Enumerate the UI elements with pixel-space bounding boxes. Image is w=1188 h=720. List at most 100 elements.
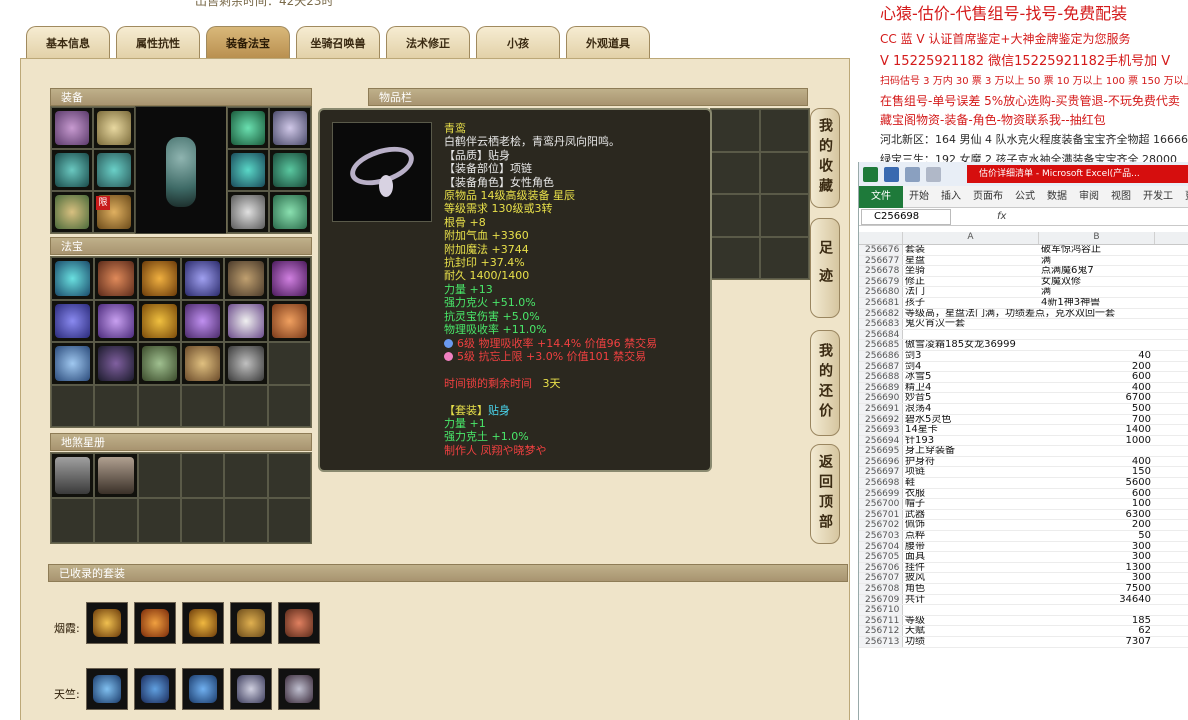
equip-slot[interactable]: [51, 149, 93, 191]
disha-card[interactable]: [94, 453, 138, 498]
cell-a[interactable]: 面具: [903, 552, 1039, 562]
ribbon-tab-file[interactable]: 文件: [859, 185, 903, 208]
cell-a[interactable]: 鬼火宵汉一套: [903, 319, 1039, 329]
cell-c[interactable]: [1155, 467, 1188, 477]
ribbon-tab-developer[interactable]: 开发工: [1137, 186, 1179, 208]
cell-b[interactable]: 40: [1039, 351, 1155, 361]
cell-a[interactable]: 项链: [903, 467, 1039, 477]
cell-b[interactable]: 300: [1039, 542, 1155, 552]
cell-a[interactable]: 点粹: [903, 531, 1039, 541]
disha-card[interactable]: [51, 453, 95, 498]
equip-slot[interactable]: [227, 191, 269, 233]
row-number[interactable]: 256711: [859, 615, 903, 625]
cell-c[interactable]: [1155, 520, 1188, 530]
save-icon[interactable]: [884, 166, 899, 182]
cell-c[interactable]: [1155, 415, 1188, 425]
row-number[interactable]: 256685: [859, 340, 903, 350]
disha-slot-empty[interactable]: [224, 498, 268, 543]
cell-a[interactable]: 等级: [903, 616, 1039, 626]
row-number[interactable]: 256701: [859, 509, 903, 519]
fabao-slot[interactable]: [51, 257, 95, 300]
cell-c[interactable]: [1155, 351, 1188, 361]
cell-b[interactable]: 破军惊鸿容止: [1039, 245, 1155, 255]
cell-a[interactable]: 14星卡: [903, 425, 1039, 435]
my-favorites-button[interactable]: 我的收藏: [810, 108, 840, 208]
cell-c[interactable]: [1155, 446, 1188, 456]
cell-c[interactable]: [1155, 287, 1188, 297]
disha-slot-empty[interactable]: [180, 498, 225, 543]
ribbon-tab-more[interactable]: 更多: [1179, 186, 1188, 208]
equip-slot[interactable]: [93, 149, 135, 191]
tab-equipment-fabao[interactable]: 装备法宝: [206, 26, 290, 58]
cell-a[interactable]: 身上穿装备: [903, 446, 1039, 456]
cell-c[interactable]: [1155, 616, 1188, 626]
suit-item[interactable]: [230, 602, 272, 644]
cell-b[interactable]: 女魔双修: [1039, 277, 1155, 287]
fabao-slot[interactable]: [94, 299, 138, 342]
cell-a[interactable]: 衣服: [903, 489, 1039, 499]
item-slot-empty[interactable]: [711, 194, 760, 237]
ribbon-tab-home[interactable]: 开始: [903, 186, 935, 208]
suit-item[interactable]: [230, 668, 272, 710]
cell-c[interactable]: [1155, 499, 1188, 509]
cell-b[interactable]: 1400: [1039, 425, 1155, 435]
cell-a[interactable]: 腰带: [903, 542, 1039, 552]
cell-b[interactable]: 150: [1039, 467, 1155, 477]
row-number[interactable]: 256713: [859, 636, 903, 647]
equip-slot[interactable]: [269, 149, 311, 191]
fabao-slot[interactable]: [267, 257, 311, 300]
cell-a[interactable]: 鞋: [903, 478, 1039, 488]
cell-b[interactable]: 点满魔6鬼7: [1039, 266, 1155, 276]
fabao-slot[interactable]: [137, 342, 181, 385]
cell-c[interactable]: [1155, 372, 1188, 382]
equip-slot[interactable]: [269, 107, 311, 149]
fabao-slot[interactable]: [51, 299, 95, 342]
cell-c[interactable]: [1155, 552, 1188, 562]
disha-slot-empty[interactable]: [180, 453, 225, 498]
equip-slot[interactable]: [93, 107, 135, 149]
fabao-slot-empty[interactable]: [267, 342, 311, 385]
suit-item[interactable]: [278, 668, 320, 710]
cell-b[interactable]: 4新1神3神兽: [1039, 298, 1155, 308]
cell-b[interactable]: [1039, 309, 1155, 319]
row-number[interactable]: 256710: [859, 605, 903, 615]
row-number[interactable]: 256700: [859, 499, 903, 509]
cell-b[interactable]: 6300: [1039, 510, 1155, 520]
corner-cell[interactable]: [859, 232, 903, 244]
row-number[interactable]: 256683: [859, 319, 903, 329]
cell-c[interactable]: [1155, 425, 1188, 435]
cell-c[interactable]: [1155, 319, 1188, 329]
cell-b[interactable]: 300: [1039, 573, 1155, 583]
cell-c[interactable]: [1155, 595, 1188, 605]
cell-c[interactable]: [1155, 489, 1188, 499]
cell-b[interactable]: 7500: [1039, 584, 1155, 594]
tab-appearance-items[interactable]: 外观道具: [566, 26, 650, 58]
cell-b[interactable]: 400: [1039, 457, 1155, 467]
row-number[interactable]: 256708: [859, 584, 903, 594]
suit-item[interactable]: [182, 602, 224, 644]
fabao-slot-empty[interactable]: [267, 384, 311, 427]
cell-a[interactable]: 浪荡4: [903, 404, 1039, 414]
equip-slot[interactable]: [51, 191, 93, 233]
disha-slot-empty[interactable]: [137, 453, 181, 498]
cell-a[interactable]: 碧水5灵色: [903, 415, 1039, 425]
cell-b[interactable]: 600: [1039, 489, 1155, 499]
cell-b[interactable]: 7307: [1039, 637, 1155, 647]
cell-b[interactable]: [1039, 330, 1155, 340]
fabao-slot[interactable]: [51, 342, 95, 385]
cell-c[interactable]: [1155, 383, 1188, 393]
row-number[interactable]: 256677: [859, 255, 903, 265]
cell-a[interactable]: 披风: [903, 573, 1039, 583]
cell-b[interactable]: 满: [1039, 256, 1155, 266]
row-number[interactable]: 256679: [859, 276, 903, 286]
cell-a[interactable]: [903, 605, 1039, 615]
cell-b[interactable]: 185: [1039, 616, 1155, 626]
row-number[interactable]: 256686: [859, 350, 903, 361]
cell-c[interactable]: [1155, 605, 1188, 615]
fabao-slot[interactable]: [94, 342, 138, 385]
ribbon-tab-page-layout[interactable]: 页面布: [967, 186, 1009, 208]
equip-slot[interactable]: [227, 149, 269, 191]
cell-c[interactable]: [1155, 510, 1188, 520]
row-number[interactable]: 256706: [859, 562, 903, 572]
ribbon-tab-view[interactable]: 视图: [1105, 186, 1137, 208]
